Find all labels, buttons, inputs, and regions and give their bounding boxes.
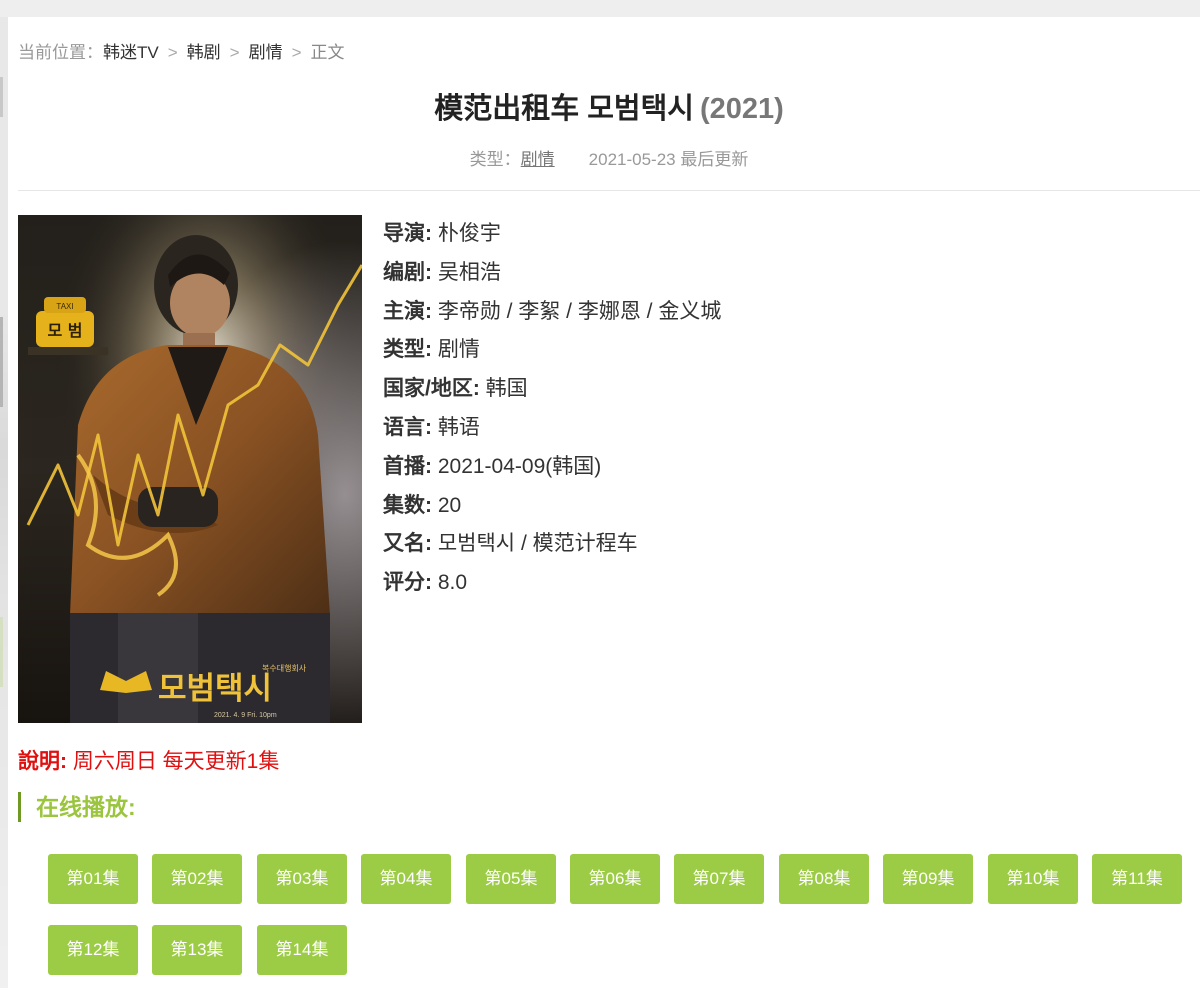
meta-row: 类型：剧情 2021-05-23 最后更新 bbox=[18, 145, 1200, 170]
info-value: 8.0 bbox=[437, 571, 468, 595]
poster-tagline: 복수대행회사 bbox=[262, 663, 307, 673]
breadcrumb-separator: > bbox=[229, 43, 240, 62]
episode-button[interactable]: 第06集 bbox=[570, 854, 660, 904]
left-edge-strip bbox=[0, 17, 8, 988]
info-label: 首播: bbox=[383, 454, 432, 478]
info-value: 韩国 bbox=[485, 377, 528, 401]
info-label: 评分: bbox=[383, 571, 432, 595]
info-row: 评分: 8.0 bbox=[383, 564, 721, 603]
info-value: 모범택시 / 模范计程车 bbox=[437, 532, 638, 556]
episode-button[interactable]: 第08集 bbox=[779, 854, 869, 904]
info-row: 编剧: 吴相浩 bbox=[383, 254, 721, 293]
episode-button[interactable]: 第14集 bbox=[257, 925, 347, 975]
info-label: 语言: bbox=[383, 415, 432, 439]
breadcrumb: 当前位置：韩迷TV > 韩剧 > 剧情 > 正文 bbox=[18, 38, 345, 63]
episode-button[interactable]: 第09集 bbox=[883, 854, 973, 904]
header-divider bbox=[18, 190, 1200, 191]
notice-text: 周六周日 每天更新1集 bbox=[72, 750, 280, 773]
title-year: (2021) bbox=[699, 93, 784, 125]
episode-button[interactable]: 第10集 bbox=[988, 854, 1078, 904]
info-label: 又名: bbox=[383, 532, 432, 556]
breadcrumb-separator: > bbox=[167, 43, 178, 62]
info-label: 主演: bbox=[383, 299, 432, 323]
info-value: 韩语 bbox=[437, 415, 480, 439]
info-label: 集数: bbox=[383, 493, 432, 517]
breadcrumb-separator: > bbox=[291, 43, 302, 62]
episode-button[interactable]: 第02集 bbox=[152, 854, 242, 904]
episode-button[interactable]: 第05集 bbox=[466, 854, 556, 904]
online-play-heading: 在线播放: bbox=[18, 792, 136, 822]
title-main: 模范出租车 모범택시 bbox=[434, 93, 694, 125]
info-value: 朴俊宇 bbox=[437, 222, 501, 245]
info-row: 主演: 李帝勋 / 李絮 / 李娜恩 / 金义城 bbox=[383, 293, 721, 332]
poster-date: 2021. 4. 9 Fri. 10pm bbox=[214, 712, 277, 719]
taxi-sign-text: 모 범 bbox=[47, 321, 82, 340]
episode-button[interactable]: 第04集 bbox=[361, 854, 451, 904]
episode-button[interactable]: 第11集 bbox=[1092, 854, 1182, 904]
poster-image: TAXI 모 범 모범택시 복수대행회사 2021. 4. 9 Fri. 10p… bbox=[18, 215, 362, 723]
info-label: 国家/地区: bbox=[383, 377, 480, 401]
main-content: 当前位置：韩迷TV > 韩剧 > 剧情 > 正文 模范出租车 모범택시 (2021) 类型：剧… bbox=[18, 17, 1200, 988]
info-row: 导演: 朴俊宇 bbox=[383, 215, 721, 254]
poster-logo-text: 모범택시 bbox=[158, 671, 272, 707]
info-value: 剧情 bbox=[437, 338, 480, 362]
info-row: 集数: 20 bbox=[383, 487, 721, 526]
notice-label: 說明: bbox=[18, 750, 67, 773]
info-row: 首播: 2021-04-09(韩国) bbox=[383, 448, 721, 487]
info-value: 2021-04-09(韩国) bbox=[437, 454, 602, 478]
info-label: 类型: bbox=[383, 338, 432, 362]
episode-button[interactable]: 第07集 bbox=[674, 854, 764, 904]
breadcrumb-current: 正文 bbox=[310, 43, 345, 62]
info-row: 类型: 剧情 bbox=[383, 331, 721, 370]
info-value: 吴相浩 bbox=[437, 260, 501, 284]
breadcrumb-category[interactable]: 韩剧 bbox=[187, 43, 221, 62]
info-label: 编剧: bbox=[383, 260, 432, 284]
browser-top-bar bbox=[0, 0, 1200, 17]
episode-button[interactable]: 第01集 bbox=[48, 854, 138, 904]
info-value: 李帝勋 / 李絮 / 李娜恩 / 金义城 bbox=[437, 299, 722, 323]
taxi-sign-top: TAXI bbox=[56, 302, 73, 311]
updated-date: 2021-05-23 最后更新 bbox=[588, 150, 749, 169]
episode-button[interactable]: 第13集 bbox=[152, 925, 242, 975]
episode-button[interactable]: 第03集 bbox=[257, 854, 347, 904]
info-row: 语言: 韩语 bbox=[383, 409, 721, 448]
info-row: 国家/地区: 韩国 bbox=[383, 370, 721, 409]
info-label: 导演: bbox=[383, 222, 432, 245]
info-row: 又名: 모범택시 / 模范计程车 bbox=[383, 525, 721, 564]
breadcrumb-home[interactable]: 韩迷TV bbox=[103, 43, 159, 62]
drama-info-list: 导演: 朴俊宇 编剧: 吴相浩 主演: 李帝勋 / 李絮 / 李娜恩 / 金义城 类型… bbox=[383, 215, 721, 603]
breadcrumb-prefix: 当前位置： bbox=[18, 43, 103, 62]
info-value: 20 bbox=[437, 493, 462, 517]
breadcrumb-genre[interactable]: 剧情 bbox=[249, 43, 283, 62]
episode-button[interactable]: 第12集 bbox=[48, 925, 138, 975]
genre-label: 类型： bbox=[469, 150, 521, 169]
genre-link[interactable]: 剧情 bbox=[521, 150, 555, 169]
page-title: 模范出租车 모범택시 (2021) bbox=[18, 85, 1200, 127]
update-notice: 說明: 周六周日 每天更新1集 bbox=[18, 745, 279, 775]
